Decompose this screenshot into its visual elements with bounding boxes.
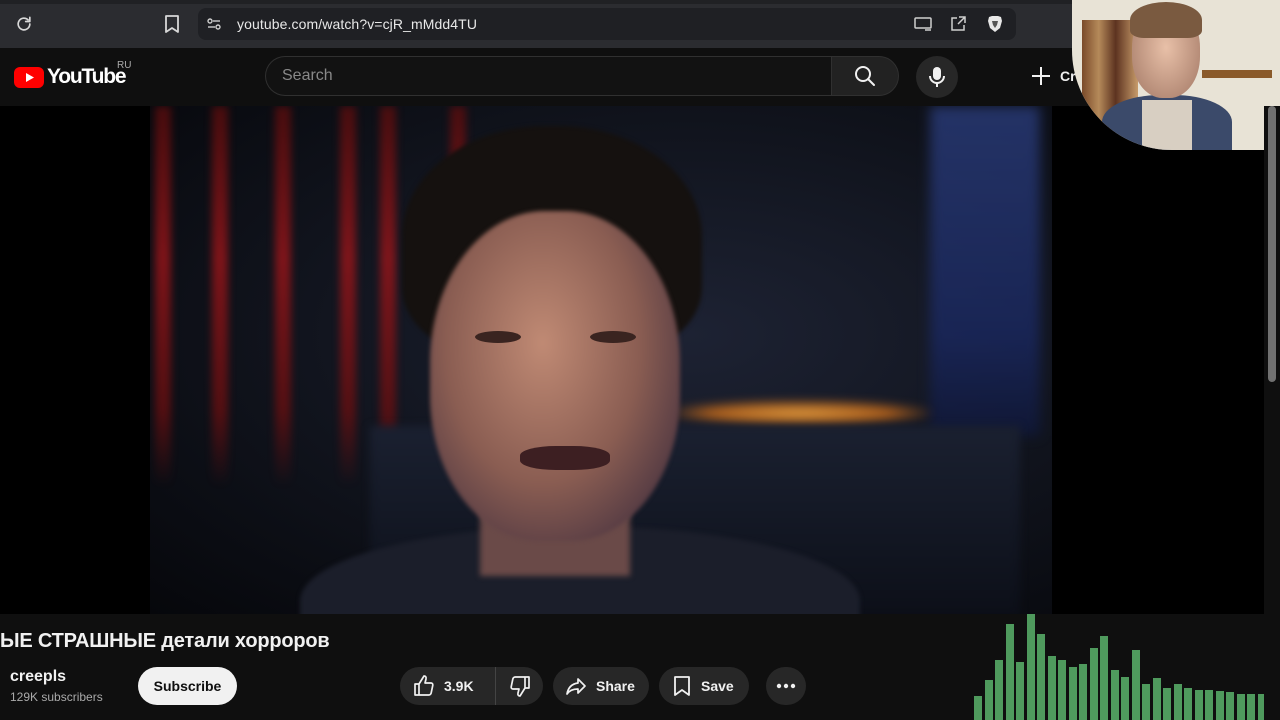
- webcam-person-hair: [1130, 2, 1202, 38]
- youtube-logo[interactable]: YouTube: [14, 62, 127, 92]
- url-text[interactable]: youtube.com/watch?v=cjR_mMdd4TU: [237, 16, 477, 32]
- save-label: Save: [701, 678, 734, 694]
- search-icon: [855, 66, 875, 86]
- plus-icon: [1032, 67, 1050, 85]
- subscribe-button[interactable]: Subscribe: [138, 667, 237, 705]
- search-input[interactable]: Search: [282, 67, 333, 85]
- audio-meter-bar: [1215, 691, 1224, 720]
- audio-meter-bar: [1037, 634, 1045, 720]
- background-curtain: [275, 106, 291, 486]
- presenter-mouth: [520, 446, 610, 470]
- thumbs-up-icon: [414, 675, 434, 696]
- scrollbar-thumb[interactable]: [1268, 106, 1276, 382]
- youtube-logo-icon: [14, 66, 44, 88]
- audio-level-meter: [970, 600, 1270, 720]
- audio-meter-bar: [1226, 692, 1234, 720]
- video-title: ЫЕ СТРАШНЫЕ детали хорроров: [0, 630, 330, 652]
- background-curtain: [212, 106, 228, 486]
- audio-meter-bar: [1184, 688, 1192, 720]
- share-arrow-icon: [566, 678, 586, 695]
- audio-meter-bar: [1131, 650, 1140, 720]
- address-bar[interactable]: youtube.com/watch?v=cjR_mMdd4TU: [198, 8, 1016, 40]
- audio-meter-bar: [1089, 648, 1098, 720]
- microphone-icon: [929, 67, 945, 87]
- presenter-face: [430, 211, 680, 541]
- dislike-button[interactable]: [496, 674, 543, 698]
- audio-meter-bar: [1121, 677, 1129, 720]
- like-count: 3.9K: [444, 678, 474, 694]
- audio-meter-bar: [1142, 684, 1150, 720]
- site-settings-icon[interactable]: [204, 14, 224, 34]
- save-button[interactable]: Save: [659, 667, 749, 705]
- audio-meter-bar: [1005, 624, 1014, 720]
- thumbs-down-icon: [509, 676, 530, 697]
- like-dislike-group: 3.9K: [400, 667, 543, 705]
- audio-meter-bar: [1247, 694, 1255, 720]
- search-button[interactable]: [831, 56, 899, 96]
- presenter-eye: [590, 331, 636, 343]
- audio-meter-bar: [995, 660, 1003, 720]
- brave-shield-icon[interactable]: [984, 13, 1006, 35]
- audio-meter-bar: [1163, 688, 1171, 720]
- more-actions-button[interactable]: [766, 667, 806, 705]
- search-box[interactable]: Search: [265, 56, 831, 96]
- bookmark-icon[interactable]: [160, 12, 184, 36]
- audio-meter-bar: [1194, 690, 1203, 720]
- audio-meter-bar: [1068, 667, 1077, 720]
- region-code: RU: [117, 60, 132, 71]
- background-curtain: [340, 106, 356, 486]
- audio-meter-bar: [1026, 614, 1035, 720]
- audio-meter-bar: [1100, 636, 1108, 720]
- like-button[interactable]: 3.9K: [400, 667, 496, 705]
- audio-meter-bar: [1236, 694, 1245, 720]
- webcam-shelf: [1202, 70, 1272, 78]
- audio-meter-bar: [974, 696, 982, 720]
- share-button[interactable]: Share: [553, 667, 649, 705]
- page-scrollbar[interactable]: [1264, 106, 1280, 720]
- audio-meter-bar: [1016, 662, 1024, 720]
- webcam-person-shirt: [1142, 100, 1192, 150]
- video-frame[interactable]: [150, 106, 1052, 614]
- background-lights: [670, 401, 930, 425]
- audio-meter-bar: [1058, 660, 1066, 720]
- audio-meter-bar: [1152, 678, 1161, 720]
- subscriber-count: 129K subscribers: [10, 690, 103, 704]
- more-icon: [776, 683, 796, 689]
- voice-search-button[interactable]: [916, 56, 958, 98]
- create-button[interactable]: Cr: [1030, 56, 1076, 96]
- cast-icon[interactable]: [912, 14, 934, 34]
- presenter-eye: [475, 331, 521, 343]
- audio-meter-bar: [1110, 670, 1119, 720]
- audio-meter-bar: [1205, 690, 1213, 720]
- webcam-overlay: [1072, 0, 1280, 150]
- share-label: Share: [596, 678, 635, 694]
- logo-text: YouTube: [47, 65, 127, 88]
- reload-icon[interactable]: [12, 12, 36, 36]
- audio-meter-bar: [984, 680, 993, 720]
- background-window: [930, 106, 1040, 436]
- audio-meter-bar: [1173, 684, 1182, 720]
- video-player[interactable]: [0, 106, 1264, 614]
- background-curtain: [155, 106, 171, 486]
- save-bookmark-icon: [674, 676, 690, 696]
- share-icon[interactable]: [947, 14, 969, 34]
- channel-name[interactable]: creepls: [10, 668, 66, 686]
- audio-meter-bar: [1047, 656, 1056, 720]
- audio-meter-bar: [1079, 664, 1087, 720]
